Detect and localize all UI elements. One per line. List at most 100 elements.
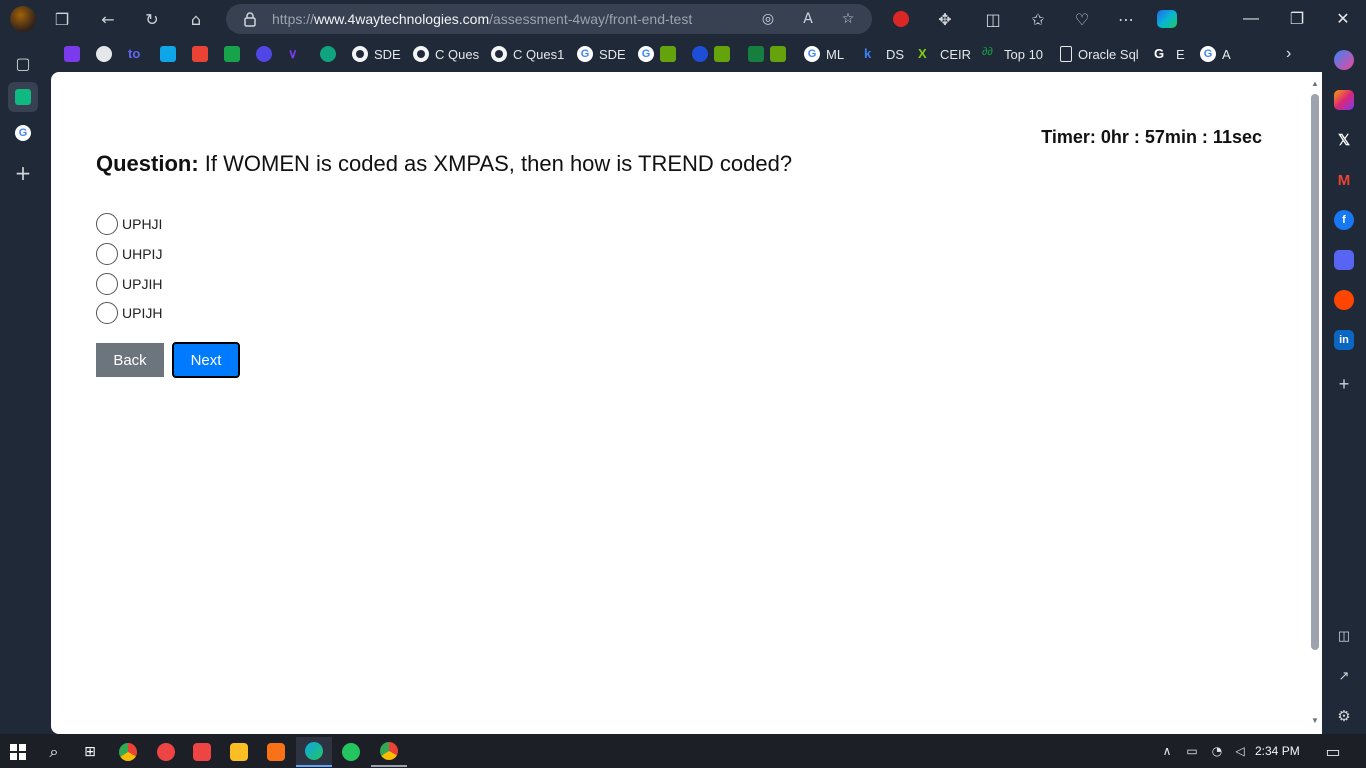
app-taskbar-icon[interactable]	[148, 737, 184, 767]
bookmark-5[interactable]: G ML	[804, 44, 844, 64]
tab-actions-icon[interactable]: ▢	[8, 48, 38, 78]
anydesk-taskbar-icon[interactable]	[184, 737, 220, 767]
edge-taskbar-icon[interactable]	[296, 737, 332, 767]
home-icon[interactable]: ⌂	[184, 7, 208, 31]
sidebar-settings-gear-icon[interactable]: ⚙	[1334, 706, 1354, 726]
notifications-icon[interactable]: ▭	[1324, 742, 1342, 761]
whatsapp-taskbar-icon[interactable]	[333, 737, 369, 767]
read-aloud-icon[interactable]: A	[798, 9, 818, 29]
start-windows-icon[interactable]	[0, 737, 36, 767]
bookmark-11[interactable]: GA	[1200, 44, 1231, 64]
radio-button[interactable]	[96, 302, 118, 324]
reddit-icon[interactable]	[1334, 290, 1354, 310]
more-menu-icon[interactable]: ⋯	[1114, 7, 1138, 31]
bookmark-6[interactable]: k DS	[864, 44, 904, 64]
answer-option[interactable]: UPJIH	[96, 272, 162, 296]
bookmark-3[interactable]: C Ques1	[491, 44, 564, 64]
discord-icon[interactable]	[1334, 250, 1354, 270]
countdown-timer: Timer: 0hr : 57min : 11sec	[1041, 127, 1262, 147]
bookmark-purple-icon[interactable]	[64, 44, 80, 64]
volume-icon[interactable]: ◁	[1231, 742, 1249, 760]
bookmark-label: ML	[826, 46, 845, 62]
scrollbar-thumb[interactable]	[1311, 94, 1319, 650]
answer-option[interactable]: UHPIJ	[96, 242, 162, 266]
open-external-icon[interactable]: ↗	[1334, 666, 1354, 686]
address-bar[interactable]: https://www.4waytechnologies.com/assessm…	[226, 4, 872, 34]
bookmark-2[interactable]: C Ques	[413, 44, 479, 64]
sheets-icon	[224, 46, 240, 62]
taskbar-clock[interactable]: 2:34 PM	[1255, 744, 1300, 758]
bookmark-gmail[interactable]	[192, 44, 208, 64]
copilot-icon[interactable]	[1155, 7, 1179, 31]
profile-avatar[interactable]	[10, 6, 36, 32]
chrome-running-taskbar-icon[interactable]	[371, 737, 407, 767]
minimize-button[interactable]: —	[1228, 0, 1274, 38]
bookmark-blue-c[interactable]	[692, 44, 730, 64]
gmail-icon[interactable]: M	[1334, 170, 1354, 190]
bookmark-google-plain[interactable]: G	[638, 44, 676, 64]
chrome-taskbar-icon[interactable]	[110, 737, 146, 767]
restore-button[interactable]: ❐	[1274, 0, 1320, 38]
scroll-up-arrow-icon[interactable]: ▲	[1311, 80, 1319, 88]
page-scrollbar[interactable]: ▲ ▼	[1308, 72, 1322, 734]
extensions-icon[interactable]: ✥	[933, 7, 957, 31]
bookmark-8[interactable]: ∂∂ Top 10	[982, 44, 1043, 64]
radio-button[interactable]	[96, 213, 118, 235]
tab-google[interactable]: G	[8, 118, 38, 148]
bookmark-outlook[interactable]	[160, 44, 176, 64]
back-arrow-icon[interactable]: ←	[96, 7, 120, 31]
url-path: /assessment-4way/front-end-test	[489, 11, 693, 27]
linkedin-icon[interactable]: in	[1334, 330, 1354, 350]
x-twitter-icon[interactable]: 𝕏	[1334, 130, 1354, 150]
sublime-taskbar-icon[interactable]	[258, 737, 294, 767]
split-screen-icon[interactable]: ◫	[981, 7, 1005, 31]
favorite-star-icon[interactable]: ☆	[838, 9, 858, 29]
show-hidden-icons-chevron-icon[interactable]: ∧	[1158, 742, 1176, 760]
scroll-down-arrow-icon[interactable]: ▼	[1311, 717, 1319, 725]
back-button[interactable]: Back	[96, 343, 164, 377]
answer-option[interactable]: UPIJH	[96, 301, 162, 325]
bookmark-10[interactable]: GE	[1154, 44, 1185, 64]
close-window-button[interactable]: ✕	[1320, 0, 1366, 38]
file-explorer-taskbar-icon[interactable]	[221, 737, 257, 767]
bookmark-gfg-pair[interactable]	[748, 44, 786, 64]
bookmark-wave[interactable]	[256, 44, 272, 64]
workspaces-icon[interactable]: ❒	[50, 7, 74, 31]
bookmark-to[interactable]: to	[128, 44, 144, 64]
favorites-icon[interactable]: ✩	[1026, 7, 1050, 31]
instagram-icon[interactable]	[1334, 90, 1354, 110]
battery-icon[interactable]: ▭	[1183, 742, 1201, 760]
bookmark-7[interactable]: X CEIR	[918, 44, 971, 64]
location-icon[interactable]: ◎	[758, 9, 778, 29]
browser-essentials-icon[interactable]: ♡	[1070, 7, 1094, 31]
tab-active-site[interactable]	[8, 82, 38, 112]
hide-sidebar-icon[interactable]: ◫	[1334, 626, 1354, 646]
messenger-icon[interactable]	[1334, 50, 1354, 70]
radio-button[interactable]	[96, 243, 118, 265]
bookmark-chatgpt[interactable]	[320, 44, 336, 64]
new-tab-plus-icon[interactable]: +	[8, 158, 38, 188]
bookmark-4[interactable]: G SDE	[577, 44, 626, 64]
radio-button[interactable]	[96, 273, 118, 295]
facebook-icon[interactable]: f	[1334, 210, 1354, 230]
lock-icon	[244, 12, 256, 27]
refresh-icon[interactable]: ↻	[140, 7, 164, 31]
bookmark-v[interactable]: ∨	[288, 44, 304, 64]
search-icon[interactable]: ⌕	[36, 737, 72, 767]
bookmarks-overflow-chevron-icon[interactable]: ›	[1286, 44, 1291, 64]
red-app-icon	[157, 743, 175, 761]
bookmark-blue-circle[interactable]	[96, 44, 112, 64]
url-text[interactable]: https://www.4waytechnologies.com/assessm…	[272, 11, 692, 27]
page-icon	[1060, 46, 1072, 62]
bookmark-1[interactable]: SDE	[352, 44, 401, 64]
task-view-icon[interactable]: ⊞	[72, 737, 108, 767]
github-icon	[491, 46, 507, 62]
answer-option[interactable]: UPHJI	[96, 212, 162, 236]
add-sidebar-app-icon[interactable]: +	[1334, 374, 1354, 394]
blue-c-icon	[692, 46, 708, 62]
bookmark-sheets[interactable]	[224, 44, 240, 64]
next-button[interactable]: Next	[172, 342, 240, 378]
wifi-icon[interactable]: ◔	[1208, 742, 1226, 760]
bookmark-9[interactable]: Oracle Sql	[1060, 44, 1139, 64]
extension-red-hand-icon[interactable]	[889, 7, 913, 31]
